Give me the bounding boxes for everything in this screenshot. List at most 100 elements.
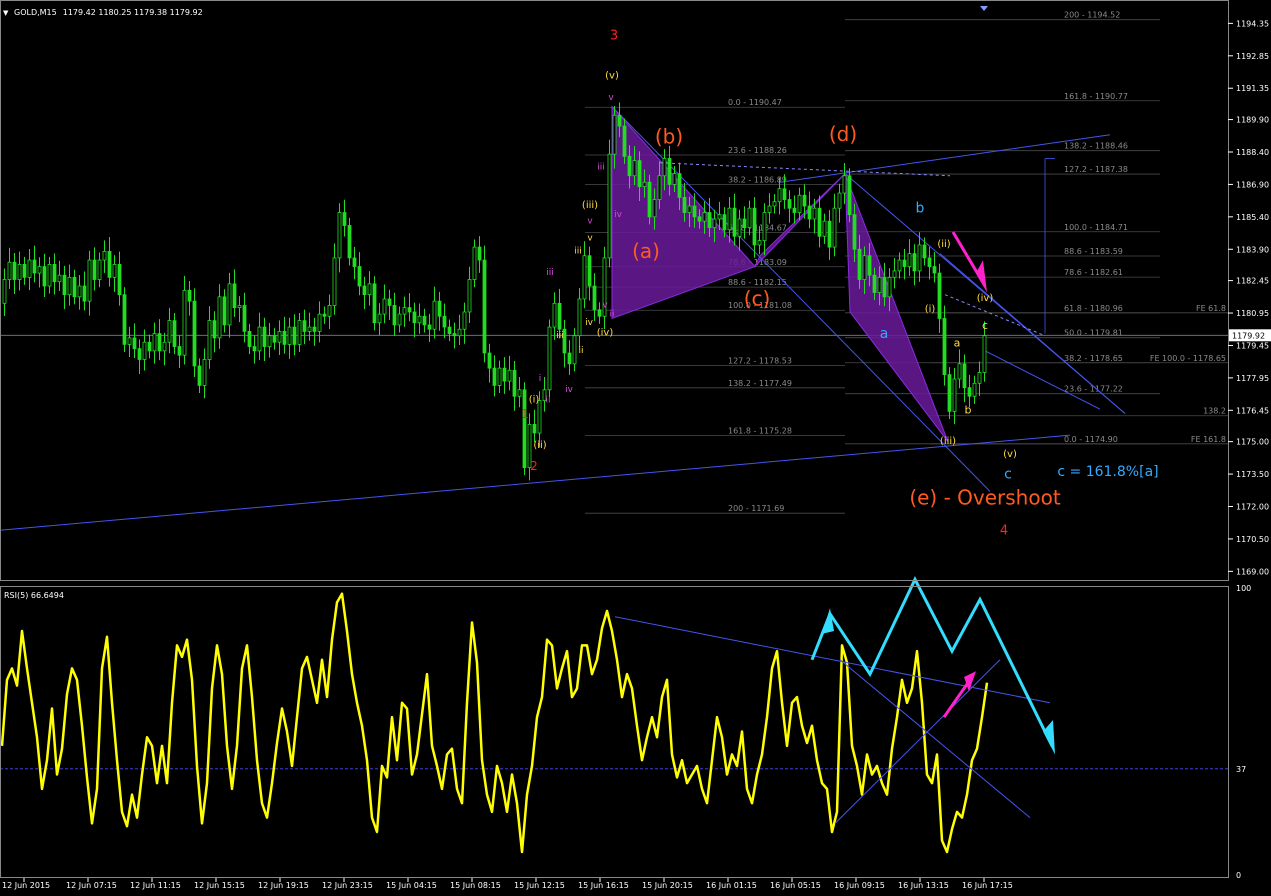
candle-body — [742, 218, 747, 229]
fib-level-label: 38.2 - 1186.89 — [728, 176, 787, 185]
x-tick-label: 12 Jun 11:15 — [130, 881, 181, 890]
candle-body — [507, 369, 512, 382]
candle-body — [437, 300, 442, 317]
candle-body — [747, 207, 752, 229]
y-tick-label: 1191.35 — [1236, 84, 1269, 93]
candle-body — [77, 285, 82, 298]
candle-body — [147, 341, 152, 352]
candle-body — [652, 199, 657, 218]
candle-body — [937, 272, 942, 319]
y-tick-label: 1194.35 — [1236, 19, 1269, 28]
candle-body — [122, 294, 127, 345]
y-tick-label: 1186.90 — [1236, 180, 1269, 189]
candle-body — [92, 259, 97, 280]
candle-body — [262, 326, 267, 347]
y-tick-label: 1173.50 — [1236, 470, 1269, 479]
candle-body — [552, 302, 557, 328]
wave-label: v — [587, 234, 593, 244]
candle-body — [442, 315, 447, 328]
candle-body — [412, 311, 417, 324]
wave-label: (v) — [605, 70, 619, 81]
candle-body — [137, 348, 142, 360]
wave-label: (e) - Overshoot — [909, 485, 1061, 509]
x-tick-label: 12 Jun 2015 — [2, 881, 50, 890]
candle-body — [432, 300, 437, 330]
candle-body — [152, 333, 157, 352]
candle-body — [662, 158, 667, 177]
candle-body — [182, 289, 187, 356]
wave-label: (iv) — [597, 328, 614, 339]
candle-body — [887, 276, 892, 298]
candle-body — [272, 335, 277, 343]
wave-label: ii — [545, 396, 550, 406]
candle-body — [897, 259, 902, 272]
fib-level-label: 138.2 - 1188.46 — [1064, 142, 1128, 151]
candle-body — [7, 261, 12, 280]
wave-label: v — [587, 216, 593, 226]
ohlc-label: 1179.42 1180.25 1179.38 1179.92 — [63, 8, 203, 17]
wave-label: (ii) — [937, 239, 950, 250]
fib-level-label: 61.8 - 1184.67 — [728, 224, 787, 233]
candle-body — [12, 261, 17, 280]
wave-label: (i) — [529, 395, 540, 406]
candle-body — [347, 225, 352, 259]
candle-body — [197, 365, 202, 386]
candle-body — [717, 214, 722, 220]
candle-body — [857, 248, 862, 280]
candle-body — [377, 313, 382, 324]
candle-body — [967, 387, 972, 397]
candle-body — [832, 207, 837, 248]
candle-body — [462, 311, 467, 330]
candle-body — [232, 283, 237, 309]
candle-body — [767, 205, 772, 213]
wave-label: (i) — [925, 304, 936, 315]
candle-body — [837, 192, 842, 209]
candle-body — [382, 298, 387, 315]
candle-body — [107, 251, 112, 278]
candle-body — [352, 257, 357, 267]
candle-body — [917, 244, 922, 272]
candle-body — [627, 155, 632, 177]
fib-level-label: 38.2 - 1178.65 — [1064, 354, 1123, 363]
candle-body — [487, 352, 492, 369]
candle-body — [37, 266, 42, 274]
candle-body — [392, 305, 397, 326]
candle-body — [922, 244, 927, 259]
symbol-label: GOLD,M15 — [14, 8, 57, 17]
candle-body — [42, 266, 47, 287]
wave-label: iii — [597, 162, 605, 172]
wave-label: (b) — [655, 124, 683, 148]
fib-level-label: 161.8 - 1190.77 — [1064, 92, 1128, 101]
fib-level-label: 78.6 - 1182.61 — [1064, 268, 1123, 277]
candle-body — [777, 188, 782, 203]
candle-body — [457, 328, 462, 337]
x-tick-label: 12 Jun 23:15 — [322, 881, 373, 890]
candle-body — [202, 359, 207, 386]
y-tick-label: 1176.45 — [1236, 406, 1269, 415]
wave-label: a — [880, 326, 889, 342]
candle-body — [332, 257, 337, 306]
candle-body — [67, 276, 72, 296]
y-tick-label: 1192.85 — [1236, 52, 1269, 61]
wave-label: 3 — [610, 29, 618, 44]
candle-body — [592, 285, 597, 311]
candle-body — [802, 194, 807, 207]
candle-body — [312, 326, 317, 332]
candle-body — [447, 326, 452, 334]
fib-level-label: 200 - 1194.52 — [1064, 11, 1120, 20]
current-price-label: 1179.92 — [1232, 331, 1265, 340]
fib-level-label: 161.8 - 1175.28 — [728, 427, 792, 436]
candle-body — [567, 352, 572, 365]
candle-body — [547, 326, 552, 391]
wave-label: (iii) — [940, 436, 956, 447]
candle-body — [227, 283, 232, 326]
collapse-arrow-icon[interactable]: ▼ — [3, 9, 9, 17]
candle-body — [502, 367, 507, 382]
candle-body — [817, 207, 822, 237]
candle-body — [327, 305, 332, 317]
candle-body — [322, 313, 327, 317]
candle-body — [772, 201, 777, 207]
candle-body — [762, 212, 767, 242]
candle-body — [292, 326, 297, 345]
candle-body — [177, 346, 182, 356]
